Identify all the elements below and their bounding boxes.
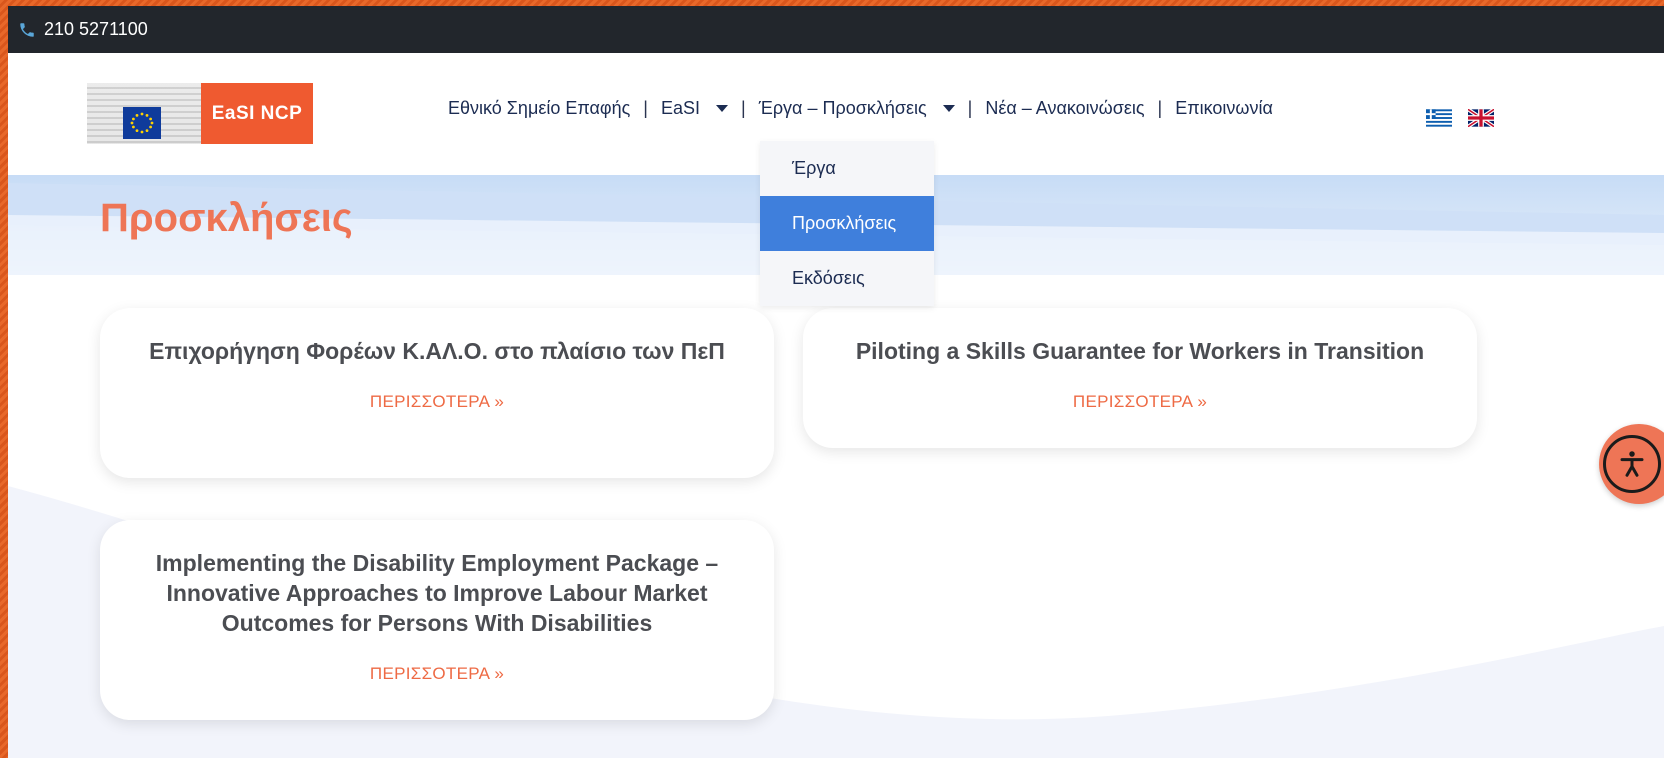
nav-item-projects-calls[interactable]: Έργα – Προσκλήσεις bbox=[759, 98, 955, 119]
projects-dropdown-menu: Έργα Προσκλήσεις Εκδόσεις bbox=[760, 141, 934, 306]
phone-icon bbox=[20, 22, 34, 37]
read-more-link[interactable]: ΠΕΡΙΣΣΟΤΕΡΑ » bbox=[370, 392, 504, 412]
dropdown-item-projects[interactable]: Έργα bbox=[760, 141, 934, 196]
read-more-link[interactable]: ΠΕΡΙΣΣΟΤΕΡΑ » bbox=[370, 664, 504, 684]
nav-item-news[interactable]: Νέα – Ανακοινώσεις bbox=[985, 98, 1144, 119]
nav-item-contact[interactable]: Επικοινωνία bbox=[1175, 98, 1273, 119]
card-title[interactable]: Piloting a Skills Guarantee for Workers … bbox=[826, 336, 1454, 366]
call-card[interactable]: Επιχορήγηση Φορέων Κ.ΑΛ.Ο. στο πλαίσιο τ… bbox=[100, 308, 774, 478]
greek-flag-icon[interactable] bbox=[1426, 109, 1452, 127]
nav-item-label: Έργα – Προσκλήσεις bbox=[758, 98, 927, 118]
page-frame: 210 5271100 EaSI NCP Εθνικό Σημείο Επαφή… bbox=[8, 6, 1664, 758]
nav-separator: | bbox=[1157, 98, 1163, 118]
eu-emblem bbox=[87, 83, 201, 144]
caret-down-icon bbox=[942, 104, 955, 112]
call-card[interactable]: Piloting a Skills Guarantee for Workers … bbox=[803, 308, 1477, 448]
nav-separator: | bbox=[967, 98, 973, 118]
top-bar: 210 5271100 bbox=[8, 6, 1664, 53]
site-logo[interactable]: EaSI NCP bbox=[87, 83, 313, 144]
phone-number[interactable]: 210 5271100 bbox=[44, 19, 148, 40]
nav-item-easi[interactable]: EaSI bbox=[660, 98, 729, 119]
eu-flag-icon bbox=[123, 107, 161, 139]
nav-separator: | bbox=[643, 98, 648, 118]
main-nav: Εθνικό Σημείο Επαφής | EaSI | Έργα – Προ… bbox=[448, 98, 1273, 119]
dropdown-item-publications[interactable]: Εκδόσεις bbox=[760, 251, 934, 306]
logo-text: EaSI NCP bbox=[201, 83, 313, 144]
dropdown-item-calls[interactable]: Προσκλήσεις bbox=[760, 196, 934, 251]
language-switcher bbox=[1426, 109, 1494, 127]
accessibility-icon bbox=[1620, 451, 1644, 477]
uk-flag-icon[interactable] bbox=[1468, 109, 1494, 127]
page-title: Προσκλήσεις bbox=[100, 196, 353, 240]
nav-item-label: EaSI bbox=[660, 98, 701, 118]
nav-separator: | bbox=[741, 98, 746, 118]
read-more-link[interactable]: ΠΕΡΙΣΣΟΤΕΡΑ » bbox=[1073, 392, 1207, 412]
nav-item-contact-point[interactable]: Εθνικό Σημείο Επαφής bbox=[448, 98, 630, 119]
caret-down-icon bbox=[716, 104, 729, 112]
card-title[interactable]: Implementing the Disability Employment P… bbox=[100, 548, 774, 638]
card-title[interactable]: Επιχορήγηση Φορέων Κ.ΑΛ.Ο. στο πλαίσιο τ… bbox=[119, 336, 755, 366]
call-card[interactable]: Implementing the Disability Employment P… bbox=[100, 520, 774, 720]
